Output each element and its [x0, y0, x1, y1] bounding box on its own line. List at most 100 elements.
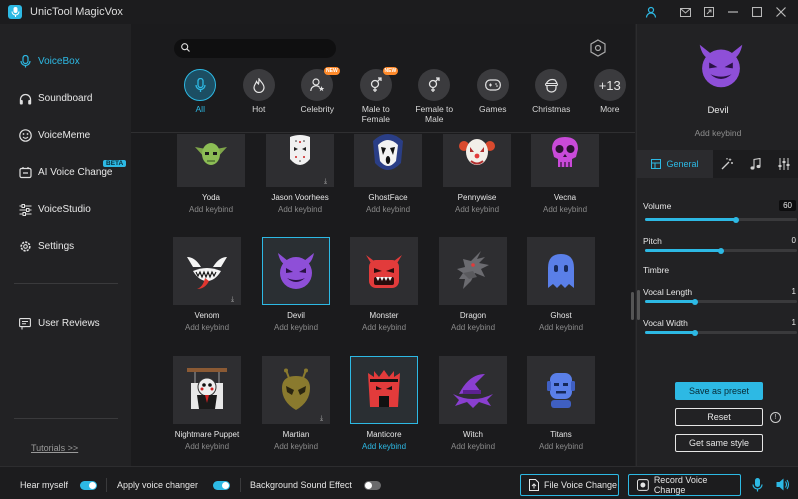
sidebar-item-settings[interactable]: Settings: [0, 228, 131, 265]
voice-card-jason-voorhees[interactable]: ⤓ Jason Voorhees Add keybind: [266, 134, 334, 214]
add-keybind-link[interactable]: Add keybind: [423, 442, 523, 451]
voice-tile[interactable]: [439, 356, 507, 424]
add-keybind-link[interactable]: Add keybind: [427, 205, 527, 214]
vocal-width-slider[interactable]: [645, 329, 797, 336]
voice-card-martian[interactable]: ⤓ Martian Add keybind: [262, 356, 330, 451]
category-more[interactable]: +13 More: [581, 69, 640, 124]
tutorials-link[interactable]: Tutorials >>: [31, 443, 78, 453]
add-keybind-link[interactable]: Add keybind: [637, 128, 798, 138]
voice-card-dragon[interactable]: Dragon Add keybind: [439, 237, 507, 332]
voice-tile[interactable]: [531, 134, 599, 187]
download-icon[interactable]: ⤓: [231, 296, 238, 303]
tab-equalizer[interactable]: [770, 150, 798, 178]
voice-tile[interactable]: [439, 237, 507, 305]
file-voice-change-button[interactable]: File Voice Change: [520, 474, 619, 496]
info-icon[interactable]: !: [770, 412, 781, 423]
tab-music[interactable]: [742, 150, 771, 178]
voice-card-pennywise[interactable]: Pennywise Add keybind: [443, 134, 511, 214]
voice-tile[interactable]: [354, 134, 422, 187]
search-input[interactable]: [195, 43, 325, 54]
add-keybind-link[interactable]: Add keybind: [334, 442, 434, 451]
panel-scrollbar[interactable]: [637, 290, 640, 320]
voice-tile[interactable]: ⤓: [266, 134, 334, 187]
hear-myself-toggle[interactable]: [80, 481, 97, 490]
add-keybind-link[interactable]: Add keybind: [157, 323, 257, 332]
sidebar-item-voicebox[interactable]: VoiceBox: [0, 43, 131, 80]
voice-tile[interactable]: [350, 356, 418, 424]
search-box[interactable]: [174, 39, 336, 58]
reset-button[interactable]: Reset: [675, 408, 763, 426]
minimize-icon[interactable]: [722, 1, 744, 23]
category-female-to-male[interactable]: Female to Male: [405, 69, 464, 124]
add-keybind-link[interactable]: Add keybind: [157, 442, 257, 451]
sidebar-item-ai-voice-change[interactable]: AI Voice Change BETA: [0, 154, 131, 191]
mail-icon[interactable]: [674, 1, 696, 23]
voice-tile[interactable]: [443, 134, 511, 187]
download-icon[interactable]: ⤓: [324, 178, 331, 185]
close-icon[interactable]: [770, 1, 792, 23]
category-celebrity[interactable]: NEW Celebrity: [288, 67, 347, 124]
sidebar-item-voicestudio[interactable]: VoiceStudio: [0, 191, 131, 228]
category-all[interactable]: All: [171, 69, 230, 124]
save-as-preset-button[interactable]: Save as preset: [675, 382, 763, 400]
add-keybind-link[interactable]: Add keybind: [246, 323, 346, 332]
voice-settings-icon[interactable]: [588, 38, 608, 58]
background-sound-toggle[interactable]: [364, 481, 381, 490]
volume-value[interactable]: 60: [779, 200, 796, 211]
add-keybind-link[interactable]: Add keybind: [246, 442, 346, 451]
add-keybind-link[interactable]: Add keybind: [511, 442, 611, 451]
voice-tile[interactable]: [527, 237, 595, 305]
record-voice-change-button[interactable]: Record Voice Change: [628, 474, 741, 496]
voice-card-witch[interactable]: Witch Add keybind: [439, 356, 507, 451]
voice-card-manticore[interactable]: Manticore Add keybind: [350, 356, 418, 451]
voice-card-vecna[interactable]: Vecna Add keybind: [531, 134, 599, 214]
slider-knob[interactable]: [692, 329, 699, 336]
pitch-slider[interactable]: [645, 247, 797, 254]
add-keybind-link[interactable]: Add keybind: [423, 323, 523, 332]
microphone-icon[interactable]: [752, 478, 766, 492]
slider-knob[interactable]: [718, 247, 724, 254]
get-same-style-button[interactable]: Get same style: [675, 434, 763, 452]
add-keybind-link[interactable]: Add keybind: [161, 205, 261, 214]
category-male-to-female[interactable]: NEW Male to Female: [347, 67, 406, 124]
voice-card-monster[interactable]: Monster Add keybind: [350, 237, 418, 332]
voice-tile[interactable]: ⤓: [173, 237, 241, 305]
maximize-icon[interactable]: [746, 1, 768, 23]
add-keybind-link[interactable]: Add keybind: [250, 205, 350, 214]
voice-card-yoda[interactable]: Yoda Add keybind: [177, 134, 245, 214]
category-christmas[interactable]: Christmas: [522, 69, 581, 124]
add-keybind-link[interactable]: Add keybind: [515, 205, 615, 214]
voice-card-ghost[interactable]: Ghost Add keybind: [527, 237, 595, 332]
speaker-icon[interactable]: [776, 478, 790, 492]
voice-tile[interactable]: [173, 356, 241, 424]
tab-general[interactable]: General: [637, 150, 713, 178]
category-hot[interactable]: Hot: [230, 69, 289, 124]
add-keybind-link[interactable]: Add keybind: [511, 323, 611, 332]
slider-knob[interactable]: [733, 216, 740, 223]
tab-effects[interactable]: [713, 150, 742, 178]
sidebar-item-soundboard[interactable]: Soundboard: [0, 80, 131, 117]
vocal-length-slider[interactable]: [645, 298, 797, 305]
download-icon[interactable]: ⤓: [320, 415, 327, 422]
voice-card-venom[interactable]: ⤓ Venom Add keybind: [173, 237, 241, 332]
voice-tile[interactable]: [262, 237, 330, 305]
voice-tile[interactable]: ⤓: [262, 356, 330, 424]
sidebar-item-user-reviews[interactable]: User Reviews: [0, 305, 131, 342]
apply-voice-changer-toggle[interactable]: [213, 481, 230, 490]
slider-knob[interactable]: [692, 298, 699, 305]
voice-tile[interactable]: [177, 134, 245, 187]
voice-tile[interactable]: [350, 237, 418, 305]
add-keybind-link[interactable]: Add keybind: [338, 205, 438, 214]
voice-card-titans[interactable]: Titans Add keybind: [527, 356, 595, 451]
voice-card-devil[interactable]: Devil Add keybind: [262, 237, 330, 332]
voice-card-nightmare-puppet[interactable]: Nightmare Puppet Add keybind: [173, 356, 241, 451]
add-keybind-link[interactable]: Add keybind: [334, 323, 434, 332]
volume-slider[interactable]: [645, 216, 797, 223]
category-games[interactable]: Games: [464, 69, 523, 124]
user-icon[interactable]: [640, 1, 662, 23]
sidebar-item-voicememe[interactable]: VoiceMeme: [0, 117, 131, 154]
grid-scrollbar[interactable]: [631, 292, 634, 320]
external-link-icon[interactable]: [698, 1, 720, 23]
voice-tile[interactable]: [527, 356, 595, 424]
voice-card-ghostface[interactable]: GhostFace Add keybind: [354, 134, 422, 214]
